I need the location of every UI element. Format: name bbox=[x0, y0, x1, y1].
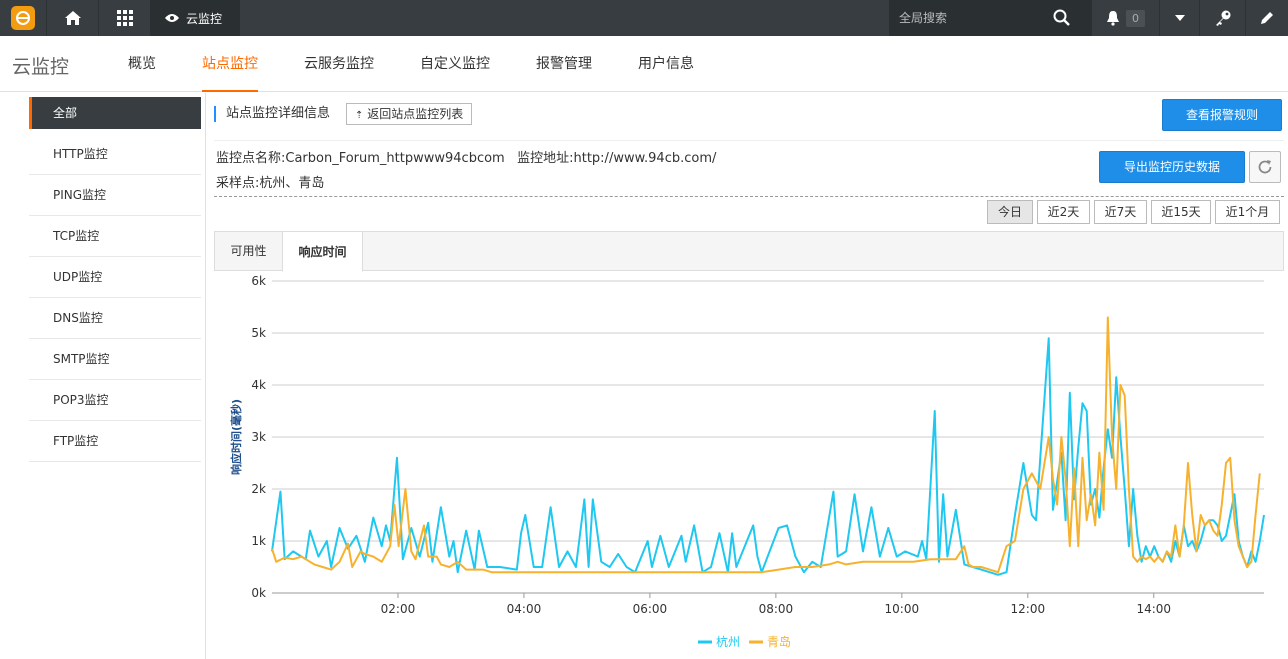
sidebar-item-dns[interactable]: DNS监控 bbox=[29, 298, 201, 339]
sidebar-item-all[interactable]: 全部 bbox=[29, 97, 201, 129]
apps-grid-button[interactable] bbox=[98, 0, 150, 36]
x-tick-label: 08:00 bbox=[759, 602, 794, 616]
sidebar-item-ftp[interactable]: FTP监控 bbox=[29, 421, 201, 462]
chart-tabs: 可用性 响应时间 bbox=[214, 231, 1284, 272]
product-switch[interactable]: 云监控 bbox=[150, 0, 240, 36]
legend-label-qingdao: 青岛 bbox=[767, 634, 791, 649]
x-tick-label: 10:00 bbox=[885, 602, 920, 616]
range-15days[interactable]: 近15天 bbox=[1151, 200, 1211, 224]
dropdown-button[interactable] bbox=[1159, 0, 1199, 36]
edit-button[interactable] bbox=[1245, 0, 1288, 36]
range-2days[interactable]: 近2天 bbox=[1037, 200, 1090, 224]
bell-icon bbox=[1107, 11, 1119, 26]
sidebar-item-ping[interactable]: PING监控 bbox=[29, 175, 201, 216]
y-tick-label: 1k bbox=[251, 534, 266, 548]
series-line-hangzhou bbox=[271, 337, 1265, 576]
range-1month[interactable]: 近1个月 bbox=[1215, 200, 1280, 224]
series-line-qingdao bbox=[271, 316, 1261, 574]
sidebar-item-pop3[interactable]: POP3监控 bbox=[29, 380, 201, 421]
brand-title: 云监控 bbox=[12, 56, 70, 78]
export-history-button[interactable]: 导出监控历史数据 bbox=[1099, 151, 1245, 183]
sidebar-item-tcp[interactable]: TCP监控 bbox=[29, 216, 201, 257]
cloud-logo-icon bbox=[11, 6, 35, 30]
product-label: 云监控 bbox=[186, 11, 223, 26]
tab-site-monitor[interactable]: 站点监控 bbox=[202, 36, 258, 92]
range-today[interactable]: 今日 bbox=[987, 200, 1033, 224]
home-icon bbox=[64, 11, 81, 25]
back-to-list-label: 返回站点监控列表 bbox=[367, 107, 464, 121]
upload-arrow-icon: ⇡ bbox=[355, 110, 364, 121]
notification-count: 0 bbox=[1126, 9, 1145, 27]
y-tick-label: 2k bbox=[251, 482, 266, 496]
x-tick-label: 04:00 bbox=[507, 602, 542, 616]
home-button[interactable] bbox=[46, 0, 98, 36]
page-title: 站点监控详细信息 bbox=[214, 106, 330, 122]
sidebar-item-udp[interactable]: UDP监控 bbox=[29, 257, 201, 298]
tab-overview[interactable]: 概览 bbox=[128, 36, 156, 92]
search-icon[interactable] bbox=[1053, 9, 1071, 27]
global-search bbox=[889, 0, 1091, 36]
view-alarm-rules-button[interactable]: 查看报警规则 bbox=[1162, 99, 1282, 131]
tab-user-info[interactable]: 用户信息 bbox=[638, 36, 694, 92]
tab-availability[interactable]: 可用性 bbox=[215, 231, 282, 272]
y-tick-label: 6k bbox=[251, 274, 266, 288]
sidebar: 全部 HTTP监控 PING监控 TCP监控 UDP监控 DNS监控 SMTP监… bbox=[0, 93, 206, 659]
top-bar: 云监控 0 bbox=[0, 0, 1288, 36]
product-nav: 云监控 概览 站点监控 云服务监控 自定义监控 报警管理 用户信息 bbox=[0, 36, 1288, 92]
x-tick-label: 06:00 bbox=[633, 602, 668, 616]
legend-label-hangzhou: 杭州 bbox=[716, 634, 740, 649]
back-to-list-button[interactable]: ⇡ 返回站点监控列表 bbox=[346, 103, 473, 125]
x-tick-label: 02:00 bbox=[381, 602, 416, 616]
divider bbox=[214, 196, 1284, 197]
logo[interactable] bbox=[0, 0, 46, 36]
tab-alarm-management[interactable]: 报警管理 bbox=[536, 36, 592, 92]
sidebar-item-http[interactable]: HTTP监控 bbox=[29, 134, 201, 175]
search-input[interactable] bbox=[889, 11, 1039, 25]
sample-points: 采样点:杭州、青岛 bbox=[216, 176, 325, 191]
sidebar-item-smtp[interactable]: SMTP监控 bbox=[29, 339, 201, 380]
tab-custom-monitor[interactable]: 自定义监控 bbox=[420, 36, 490, 92]
y-tick-label: 4k bbox=[251, 378, 266, 392]
y-axis-label: 响应时间(毫秒) bbox=[229, 399, 243, 475]
y-tick-label: 0k bbox=[251, 586, 266, 600]
y-tick-label: 5k bbox=[251, 326, 266, 340]
notifications-button[interactable]: 0 bbox=[1091, 0, 1159, 36]
site-name-address: 监控点名称:Carbon_Forum_httpwww94cbcom 监控地址:h… bbox=[216, 151, 717, 166]
key-icon bbox=[1215, 10, 1230, 26]
refresh-button[interactable] bbox=[1249, 151, 1281, 183]
tab-cloud-service-monitor[interactable]: 云服务监控 bbox=[304, 36, 374, 92]
tab-response-time[interactable]: 响应时间 bbox=[282, 231, 363, 272]
caret-down-icon bbox=[1174, 15, 1185, 21]
range-7days[interactable]: 近7天 bbox=[1094, 200, 1147, 224]
x-tick-label: 12:00 bbox=[1011, 602, 1046, 616]
key-button[interactable] bbox=[1199, 0, 1245, 36]
monitor-eye-icon bbox=[165, 14, 179, 22]
grid-icon bbox=[116, 10, 133, 26]
x-tick-label: 14:00 bbox=[1136, 602, 1171, 616]
refresh-icon bbox=[1258, 160, 1272, 174]
y-tick-label: 3k bbox=[251, 430, 266, 444]
pencil-icon bbox=[1261, 12, 1273, 24]
chart-legend: 杭州 青岛 bbox=[698, 634, 791, 649]
